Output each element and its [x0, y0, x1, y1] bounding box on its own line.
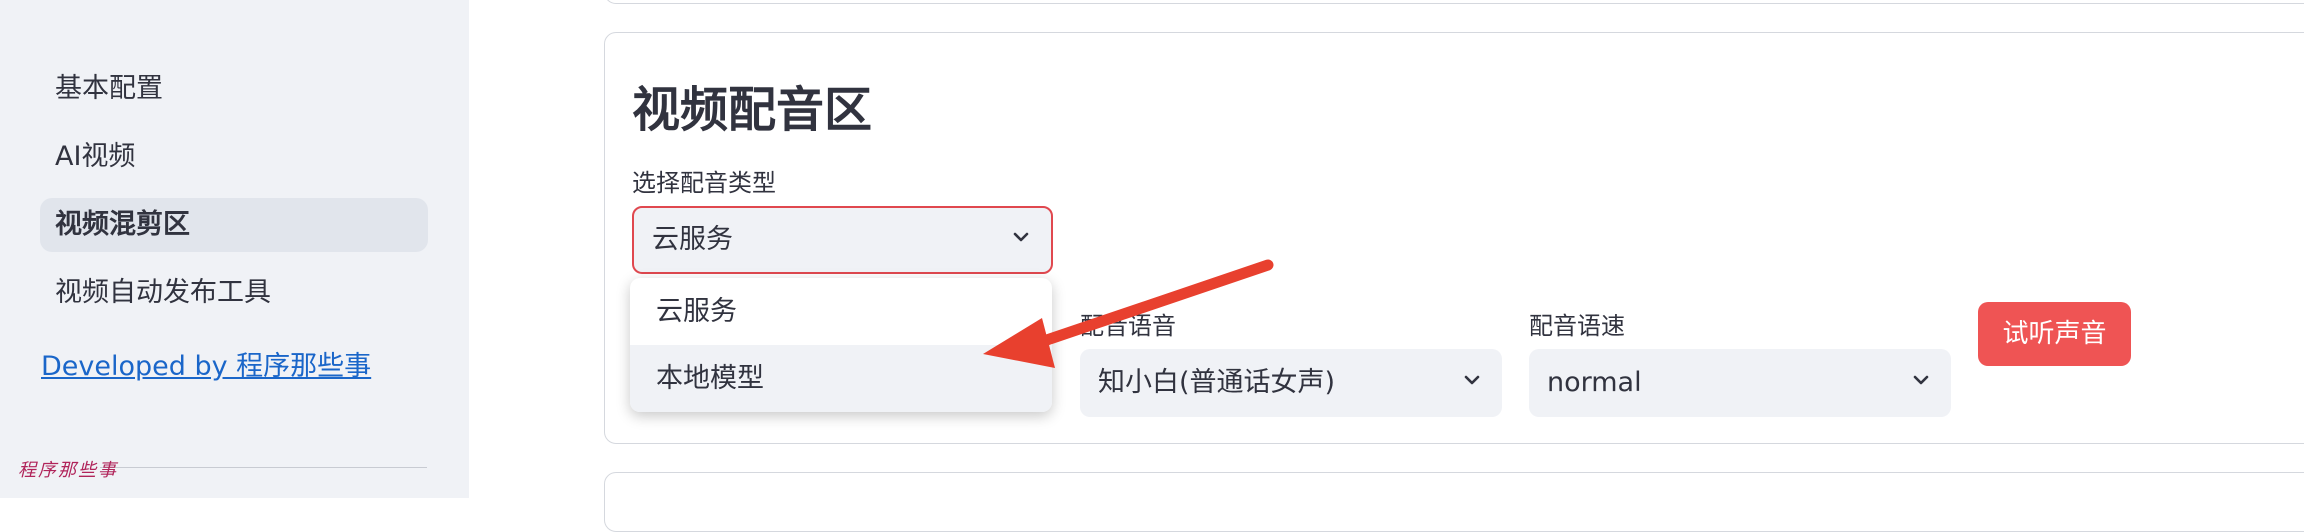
voice-language-label: 配音语音 [1080, 312, 1176, 340]
voice-type-dropdown-menu: 云服务 本地模型 [630, 278, 1052, 412]
chevron-down-icon [1913, 375, 1929, 385]
section-title: 视频配音区 [632, 82, 873, 138]
voice-language-select[interactable]: 知小白(普通话女声) [1080, 349, 1502, 417]
sidebar-item-auto-publish[interactable]: 视频自动发布工具 [40, 266, 428, 320]
sidebar-item-basic-config[interactable]: 基本配置 [40, 62, 428, 116]
voice-type-value: 云服务 [652, 224, 733, 255]
voice-language-value: 知小白(普通话女声) [1098, 367, 1336, 398]
dropdown-option-cloud[interactable]: 云服务 [630, 278, 1052, 345]
preview-voice-button[interactable]: 试听声音 [1978, 302, 2131, 366]
dropdown-option-local-model[interactable]: 本地模型 [630, 345, 1052, 412]
sidebar-divider [100, 467, 427, 468]
voice-speed-value: normal [1547, 367, 1642, 398]
voice-type-select[interactable]: 云服务 [632, 206, 1053, 274]
chevron-down-icon [1013, 232, 1029, 242]
voice-type-label: 选择配音类型 [632, 169, 776, 197]
next-card [604, 472, 2304, 532]
voice-speed-select[interactable]: normal [1529, 349, 1951, 417]
signature-watermark: 程序那些事 [18, 460, 118, 481]
sidebar-item-ai-video[interactable]: AI视频 [40, 130, 428, 184]
chevron-down-icon [1464, 375, 1480, 385]
voice-speed-label: 配音语速 [1529, 312, 1625, 340]
previous-card [604, 0, 2304, 4]
sidebar-item-video-mix[interactable]: 视频混剪区 [40, 198, 428, 252]
developer-link[interactable]: Developed by 程序那些事 [41, 344, 371, 383]
sidebar: 基本配置 AI视频 视频混剪区 视频自动发布工具 Developed by 程序… [0, 0, 469, 498]
